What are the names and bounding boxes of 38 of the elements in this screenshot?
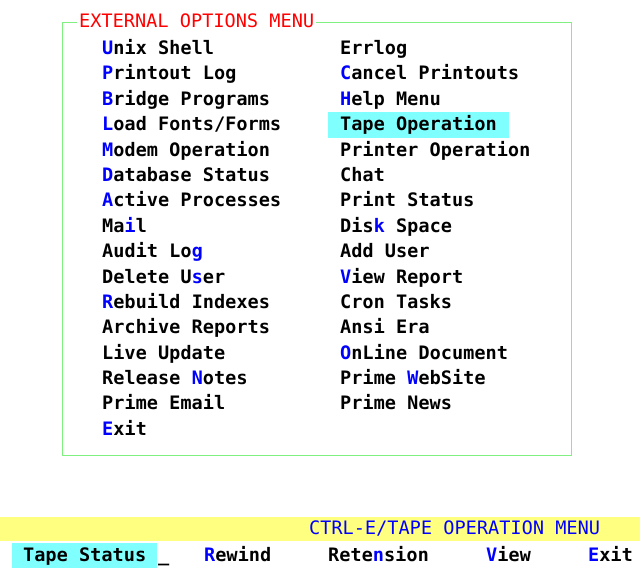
menu-item[interactable]: Print Status — [328, 188, 486, 214]
menu-item[interactable]: Chat — [328, 162, 397, 188]
menu-item[interactable]: Printout Log — [90, 61, 248, 87]
menu-item[interactable]: Printer Operation — [328, 138, 542, 163]
text-cursor: _ — [158, 544, 170, 568]
menu-item[interactable]: Tape Operation — [328, 112, 509, 138]
menu-item[interactable]: Disk Space — [328, 214, 464, 240]
command-item[interactable]: Tape Status — [12, 543, 158, 568]
menu-item[interactable]: Prime Email — [90, 391, 238, 417]
menu-item[interactable]: Cron Tasks — [328, 290, 464, 316]
command-item[interactable]: View — [475, 543, 542, 568]
menu-item[interactable]: Ansi Era — [328, 315, 442, 341]
menu-item[interactable]: Audit Log — [90, 239, 215, 265]
menu-item[interactable]: Archive Reports — [90, 315, 282, 341]
menu-item[interactable]: Live Update — [90, 340, 238, 366]
menu-item[interactable]: Modem Operation — [90, 138, 282, 163]
command-item[interactable]: Retension — [317, 543, 440, 568]
menu-item[interactable]: Add User — [328, 239, 442, 265]
menu-item[interactable]: Errlog — [328, 36, 420, 62]
menu-item[interactable]: Delete User — [90, 264, 238, 290]
menu-item[interactable]: Prime News — [328, 391, 464, 417]
menu-item[interactable]: View Report — [328, 264, 476, 290]
command-item[interactable]: Rewind — [193, 543, 282, 568]
menu-item[interactable]: Rebuild Indexes — [90, 290, 282, 316]
menu-item[interactable]: Cancel Printouts — [328, 61, 532, 87]
menu-item[interactable]: Bridge Programs — [90, 86, 282, 112]
menu-item[interactable]: OnLine Document — [328, 340, 520, 366]
menu-item[interactable]: Active Processes — [90, 188, 294, 214]
menu-item[interactable]: Load Fonts/Forms — [90, 112, 294, 138]
menu-item[interactable]: Exit — [90, 416, 159, 442]
menu-item[interactable]: Unix Shell — [90, 36, 226, 62]
menu-item[interactable]: Database Status — [90, 162, 282, 188]
command-item[interactable]: Exit — [577, 543, 640, 568]
menu-item[interactable]: Mail — [90, 214, 159, 240]
menu-item[interactable]: Help Menu — [328, 86, 453, 112]
menu-item[interactable]: Prime WebSite — [328, 366, 498, 392]
menu-item[interactable]: Release Notes — [90, 366, 260, 392]
status-title: CTRL-E/TAPE OPERATION MENU — [308, 517, 600, 541]
